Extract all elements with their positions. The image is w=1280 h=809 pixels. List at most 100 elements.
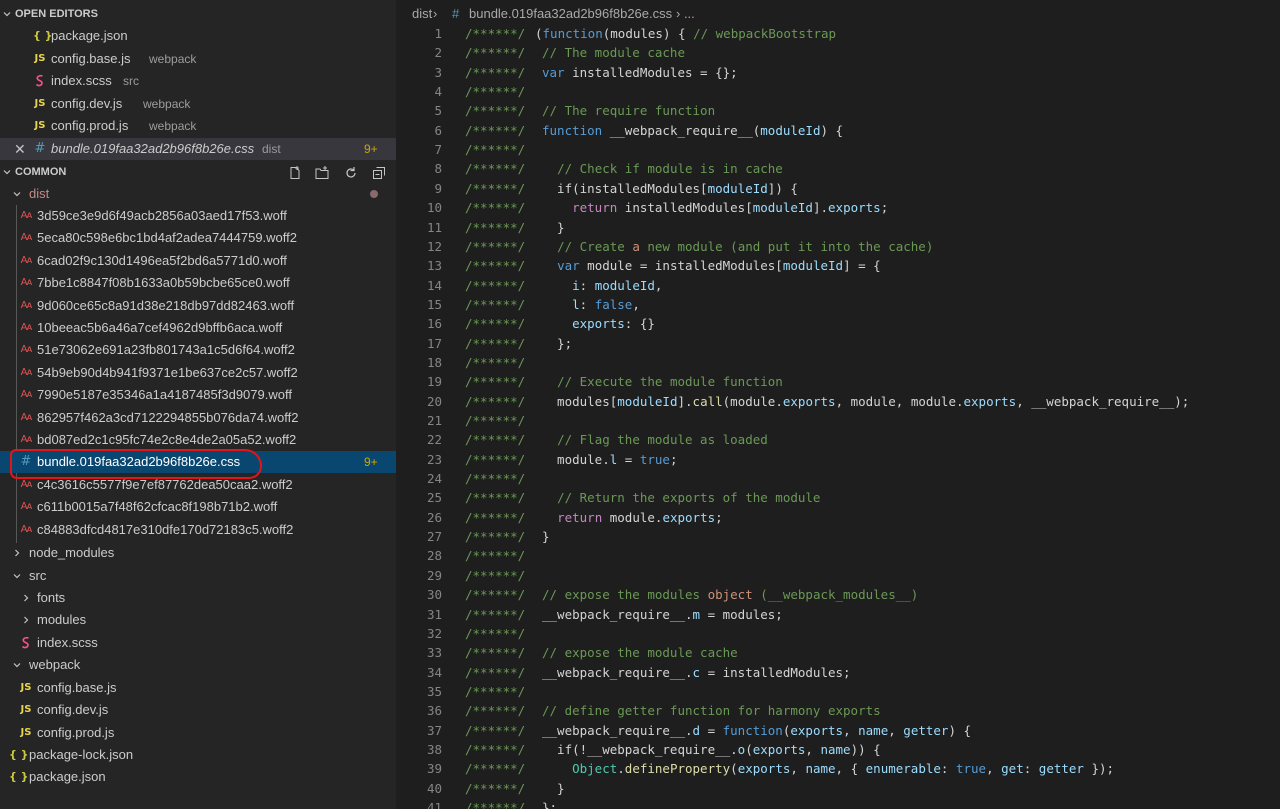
line-prefix-comment: /******/ xyxy=(465,296,526,312)
folder-webpack[interactable]: webpack xyxy=(0,654,396,676)
open-editor-item[interactable]: JS config.base.js webpack xyxy=(0,48,396,70)
code-line[interactable]: 29 /******/ xyxy=(396,566,1280,585)
file-label: c611b0015a7f48f62cfcac8f198b71b2.woff xyxy=(37,499,278,514)
folder-node-modules[interactable]: node_modules xyxy=(0,542,396,564)
file-item[interactable]: Aᴀ 862957f462a3cd7122294855b076da74.woff2 xyxy=(0,407,396,429)
code-line[interactable]: 27 /******/} xyxy=(396,527,1280,546)
code-line[interactable]: 24 /******/ xyxy=(396,469,1280,488)
code-line[interactable]: 38 /******/ if(!__webpack_require__.o(exp… xyxy=(396,740,1280,759)
file-item[interactable]: { } package.json xyxy=(0,766,396,788)
line-number: 28 xyxy=(426,548,442,564)
line-prefix-comment: /******/ xyxy=(465,316,526,332)
code-line[interactable]: 19 /******/ // Execute the module functio… xyxy=(396,372,1280,391)
code-line[interactable]: 39 /******/ Object.defineProperty(exports… xyxy=(396,759,1280,778)
code-line[interactable]: 4 /******/ xyxy=(396,82,1280,101)
file-item[interactable]: Aᴀ 3d59ce3e9d6f49acb2856a03aed17f53.woff xyxy=(0,205,396,227)
code-line[interactable]: 12 /******/ // Create a new module (and p… xyxy=(396,237,1280,256)
code-line[interactable]: 33 /******/ // expose the module cache xyxy=(396,643,1280,662)
code-line[interactable]: 11 /******/ } xyxy=(396,218,1280,237)
code-line[interactable]: 23 /******/ module.l = true; xyxy=(396,450,1280,469)
folder-modules[interactable]: modules xyxy=(0,609,396,631)
file-item[interactable]: Aᴀ c611b0015a7f48f62cfcac8f198b71b2.woff xyxy=(0,496,396,518)
editor-scrollbar[interactable] xyxy=(1270,0,1280,809)
code-text: __webpack_require__.c = installedModules… xyxy=(542,664,851,680)
folder-header-common[interactable]: COMMON xyxy=(0,161,396,183)
file-item[interactable]: Aᴀ c84883dfcd4817e310dfe170d72183c5.woff2 xyxy=(0,519,396,541)
code-line[interactable]: 3 /******/ var installedModules = {}; xyxy=(396,63,1280,82)
code-line[interactable]: 34 /******/ __webpack_require__.c = instal… xyxy=(396,663,1280,682)
open-editor-item[interactable]: index.scss src xyxy=(0,70,396,92)
code-line[interactable]: 15 /******/ l: false, xyxy=(396,295,1280,314)
file-item[interactable]: Aᴀ 54b9eb90d4b941f9371e1be637ce2c57.woff2 xyxy=(0,362,396,384)
code-line[interactable]: 37 /******/ __webpack_require__.d = functi… xyxy=(396,721,1280,740)
file-item[interactable]: Aᴀ bd087ed2c1c95fc74e2c8e4de2a05a52.woff2 xyxy=(0,429,396,451)
new-file-icon[interactable] xyxy=(288,161,304,183)
code-line[interactable]: 25 /******/ // Return the exports of the … xyxy=(396,488,1280,507)
code-line[interactable]: 1 /******/ (function(modules) { // webpack… xyxy=(396,24,1280,43)
close-icon[interactable]: ✕ xyxy=(14,138,26,160)
line-prefix-comment: /******/ xyxy=(465,703,526,719)
file-item[interactable]: Aᴀ 9d060ce65c8a91d38e218db97dd82463.woff xyxy=(0,295,396,317)
open-editors-header[interactable]: OPEN EDITORS xyxy=(0,3,396,25)
code-line[interactable]: 22 /******/ // Flag the module as loaded xyxy=(396,430,1280,449)
file-item[interactable]: Aᴀ 5eca80c598e6bc1bd4af2adea7444759.woff2 xyxy=(0,227,396,249)
file-item[interactable]: Aᴀ 10beeac5b6a46a7cef4962d9bffb6aca.woff xyxy=(0,317,396,339)
open-editor-item[interactable]: JS config.prod.js webpack xyxy=(0,115,396,137)
collapse-all-icon[interactable] xyxy=(372,161,388,183)
file-item[interactable]: Aᴀ 51e73062e691a23fb801743a1c5d6f64.woff2 xyxy=(0,339,396,361)
code-text: // expose the module cache xyxy=(542,645,738,661)
file-item[interactable]: JS config.prod.js xyxy=(0,722,396,744)
code-line[interactable]: 30 /******/ // expose the modules object (… xyxy=(396,585,1280,604)
code-line[interactable]: 7 /******/ xyxy=(396,140,1280,159)
code-text: var installedModules = {}; xyxy=(542,64,738,80)
file-label: 7990e5187e35346a1a4187485f3d9079.woff xyxy=(37,387,292,402)
folder-fonts[interactable]: fonts xyxy=(0,587,396,609)
file-item[interactable]: Aᴀ 7990e5187e35346a1a4187485f3d9079.woff xyxy=(0,384,396,406)
code-line[interactable]: 26 /******/ return module.exports; xyxy=(396,508,1280,527)
file-item[interactable]: JS config.dev.js xyxy=(0,699,396,721)
folder-dist[interactable]: dist xyxy=(0,183,396,205)
file-item[interactable]: Aᴀ 6cad02f9c130d1496ea5f2bd6a5771d0.woff xyxy=(0,250,396,272)
code-line[interactable]: 17 /******/ }; xyxy=(396,334,1280,353)
woff-file-icon: Aᴀ xyxy=(20,412,33,423)
file-item[interactable]: { } package-lock.json xyxy=(0,744,396,766)
file-item[interactable]: Aᴀ 7bbe1c8847f08b1633a0b59bcbe65ce0.woff xyxy=(0,272,396,294)
refresh-icon[interactable] xyxy=(344,161,360,183)
file-item[interactable]: JS config.base.js xyxy=(0,677,396,699)
line-number: 26 xyxy=(426,509,442,525)
open-editor-item[interactable]: JS config.dev.js webpack xyxy=(0,93,396,115)
code-line[interactable]: 28 /******/ xyxy=(396,546,1280,565)
code-line[interactable]: 5 /******/ // The require function xyxy=(396,101,1280,120)
open-editor-item[interactable]: ✕ # bundle.019faa32ad2b96f8b26e.css dist 9+ xyxy=(0,138,396,160)
code-line[interactable]: 2 /******/ // The module cache xyxy=(396,43,1280,62)
code-editor[interactable]: dist › # bundle.019faa32ad2b96f8b26e.css… xyxy=(396,0,1280,809)
line-number: 1 xyxy=(434,26,442,41)
code-line[interactable]: 16 /******/ exports: {} xyxy=(396,314,1280,333)
code-text: var module = installedModules[moduleId] … xyxy=(557,258,881,274)
code-line[interactable]: 10 /******/ return installedModules[modul… xyxy=(396,198,1280,217)
code-line[interactable]: 21 /******/ xyxy=(396,411,1280,430)
folder-label: dist xyxy=(29,186,50,201)
file-item[interactable]: index.scss xyxy=(0,632,396,654)
code-line[interactable]: 14 /******/ i: moduleId, xyxy=(396,276,1280,295)
code-line[interactable]: 9 /******/ if(installedModules[moduleId])… xyxy=(396,179,1280,198)
new-folder-icon[interactable] xyxy=(315,161,331,183)
code-line[interactable]: 8 /******/ // Check if module is in cache xyxy=(396,159,1280,178)
line-number: 18 xyxy=(426,354,442,370)
code-line[interactable]: 41 /******/}; xyxy=(396,798,1280,809)
code-line[interactable]: 13 /******/ var module = installedModules… xyxy=(396,256,1280,275)
code-line[interactable]: 36 /******/ // define getter function for … xyxy=(396,701,1280,720)
js-file-icon: JS xyxy=(34,120,46,131)
code-line[interactable]: 32 /******/ xyxy=(396,624,1280,643)
open-editor-item[interactable]: { } package.json xyxy=(0,25,396,47)
code-line[interactable]: 6 /******/ function __webpack_require__(mo… xyxy=(396,121,1280,140)
code-line[interactable]: 18 /******/ xyxy=(396,353,1280,372)
code-line[interactable]: 20 /******/ modules[moduleId].call(module… xyxy=(396,392,1280,411)
code-line[interactable]: 35 /******/ xyxy=(396,682,1280,701)
code-line[interactable]: 31 /******/ __webpack_require__.m = module… xyxy=(396,605,1280,624)
folder-src[interactable]: src xyxy=(0,565,396,587)
line-prefix-comment: /******/ xyxy=(465,258,526,274)
woff-file-icon: Aᴀ xyxy=(20,210,33,221)
code-line[interactable]: 40 /******/ } xyxy=(396,779,1280,798)
line-prefix-comment: /******/ xyxy=(465,664,526,680)
